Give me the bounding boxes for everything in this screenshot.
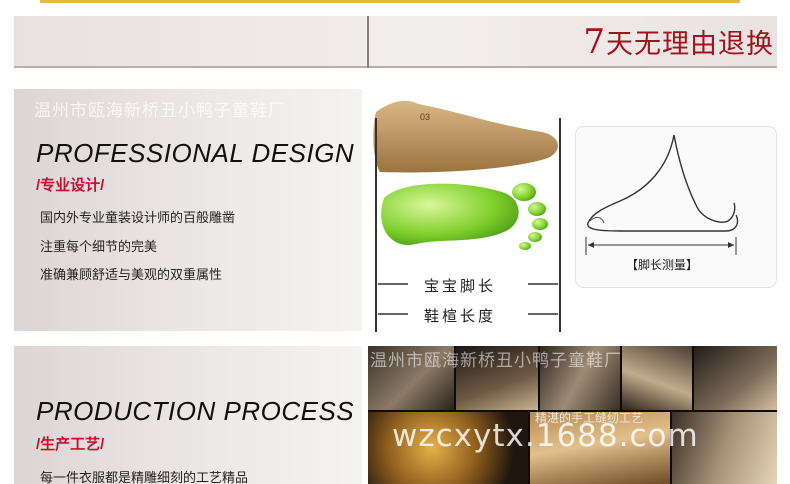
design-line-3: 准确兼顾舒适与美观的双重属性: [40, 267, 223, 282]
photo-leather: [622, 346, 692, 410]
production-title-en: PRODUCTION PROCESS: [36, 396, 355, 426]
production-line-1: 每一件衣服都是精雕细刻的工艺精品: [40, 470, 249, 484]
site-watermark: wzcxytx.1688.com: [392, 418, 699, 454]
foot-length-label: 宝宝脚长: [424, 278, 497, 295]
photo-tools: [694, 346, 777, 410]
return-policy-banner: 7天无理由退换: [0, 22, 774, 62]
return-policy-text: 天无理由退换: [606, 29, 774, 60]
production-title-cn: /生产工艺/: [36, 436, 105, 453]
design-line-1: 国内外专业童装设计师的百般雕凿: [40, 210, 236, 225]
shoe-last-shape: [373, 100, 559, 173]
design-line-2: 注重每个细节的完美: [40, 239, 158, 254]
shoe-length-label: 鞋楦长度: [424, 308, 497, 325]
shoe-last-mark: 03: [420, 112, 430, 122]
foot-measure-label: 【脚长测量】: [626, 258, 699, 272]
design-title-en: PROFESSIONAL DESIGN: [36, 138, 355, 168]
collage-factory-watermark: 温州市瓯海新桥丑小鸭子童鞋厂: [370, 351, 622, 371]
return-days-number: 7: [583, 22, 606, 62]
design-title-cn: /专业设计/: [36, 177, 105, 194]
top-accent-line: [40, 0, 740, 3]
footprint-shape: [381, 183, 519, 245]
factory-watermark: 温州市瓯海新桥丑小鸭子童鞋厂: [34, 101, 286, 121]
